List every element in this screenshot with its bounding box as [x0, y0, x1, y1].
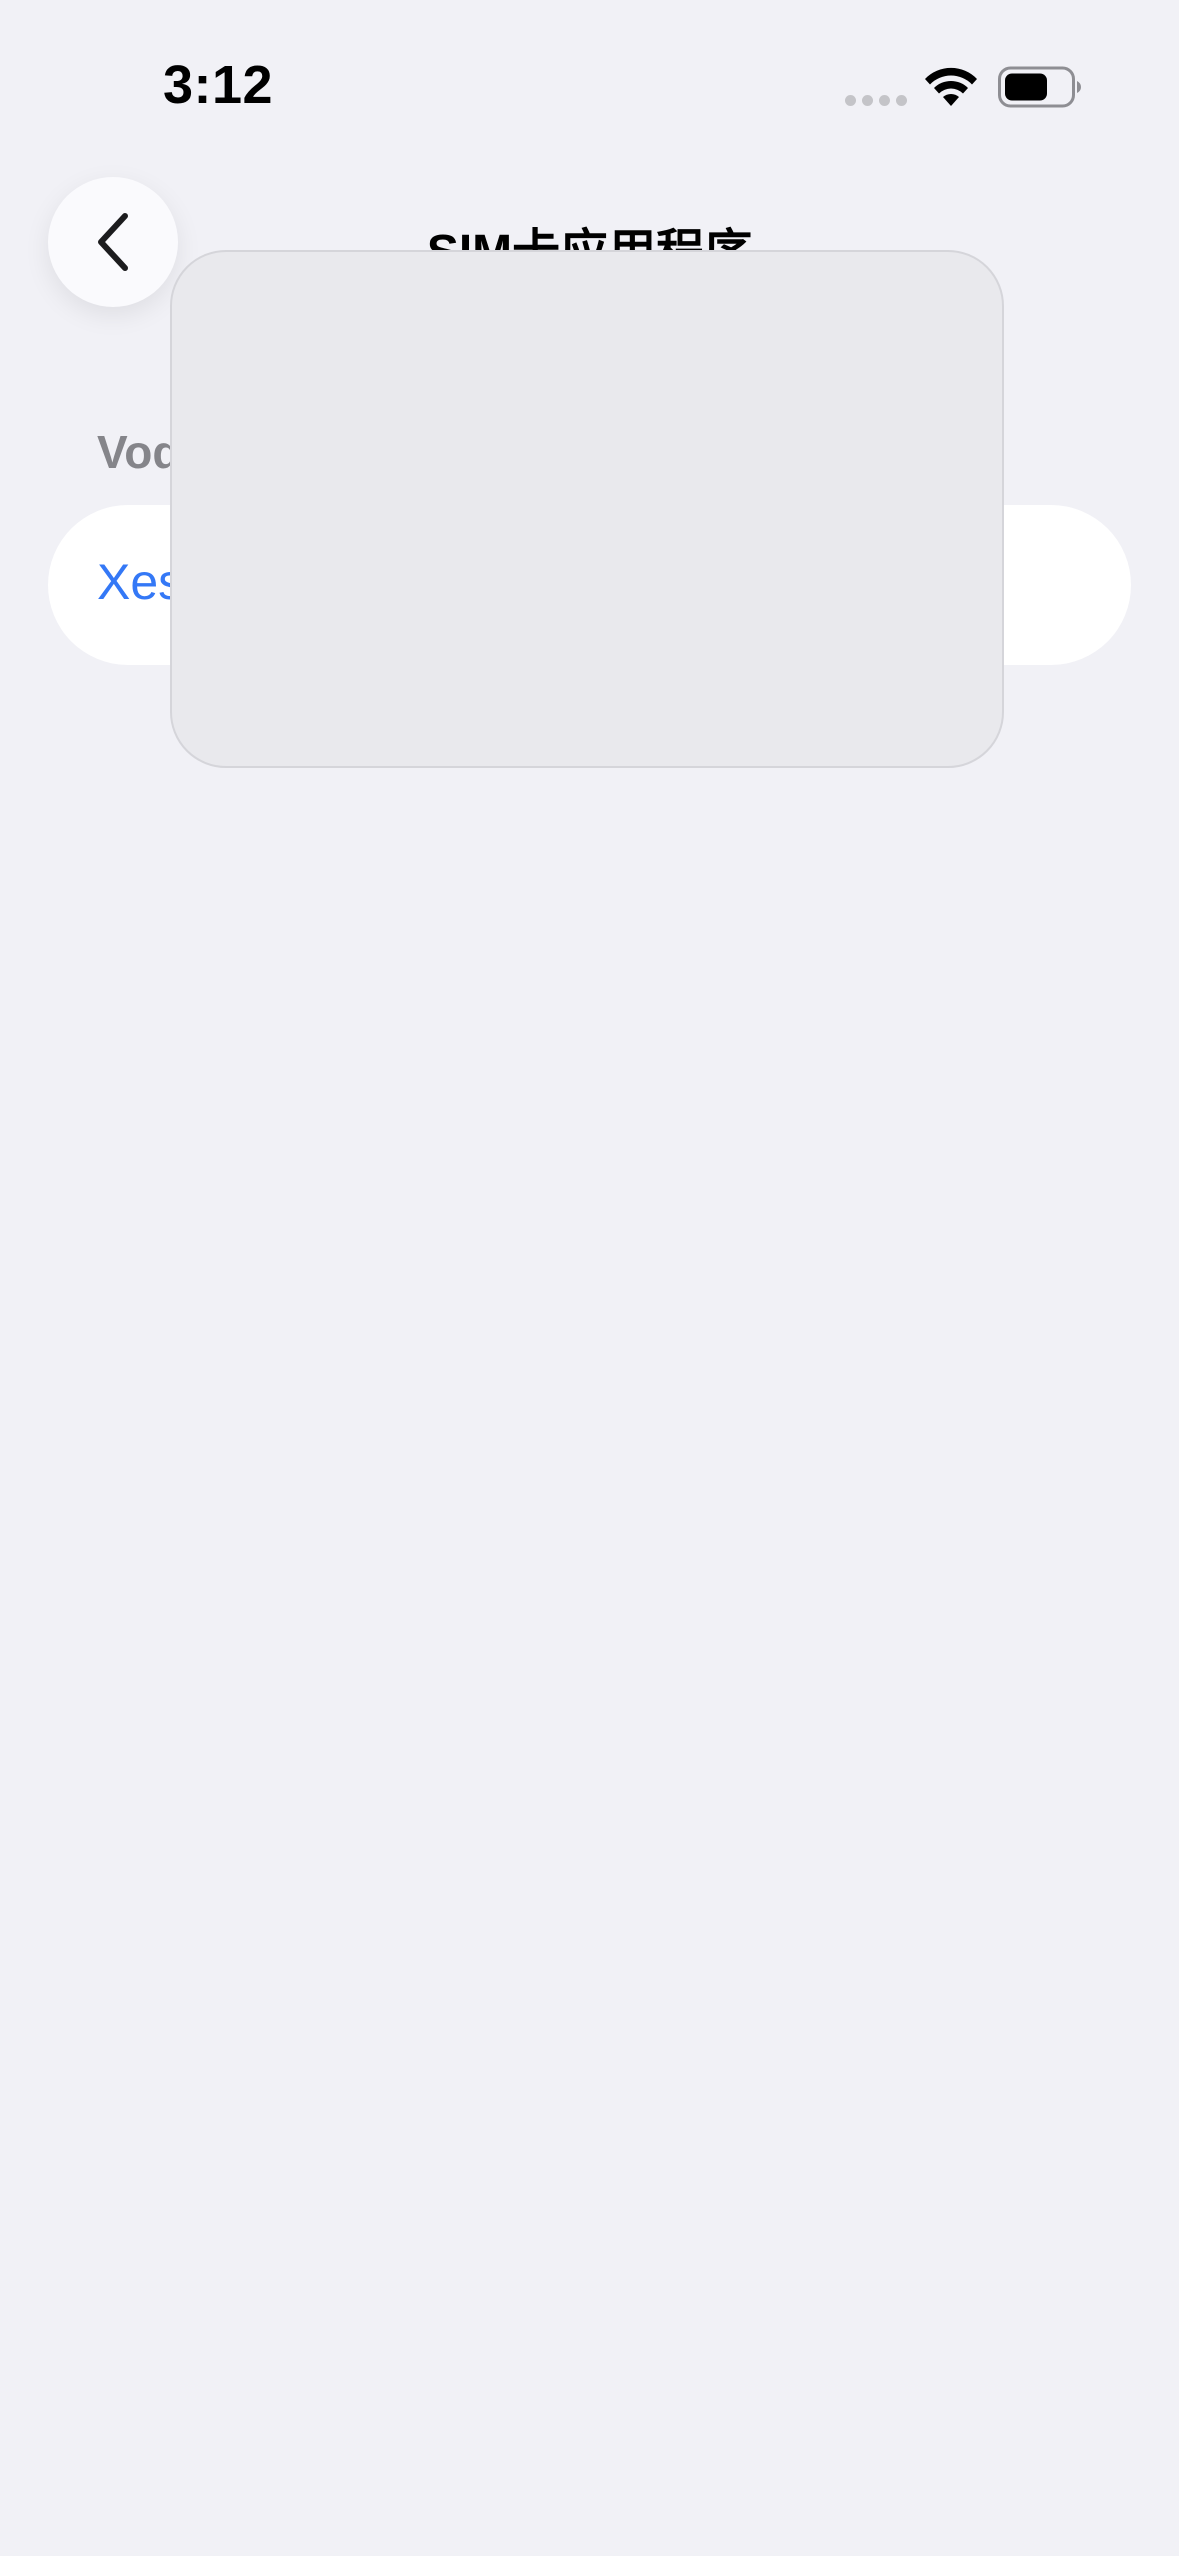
- status-time: 3:12: [163, 55, 274, 115]
- battery-icon: [998, 66, 1081, 108]
- wifi-icon: [925, 67, 977, 106]
- loading-overlay: [170, 250, 1004, 768]
- status-bar: 3:12: [0, 0, 1179, 150]
- signal-dots-icon: [845, 95, 907, 106]
